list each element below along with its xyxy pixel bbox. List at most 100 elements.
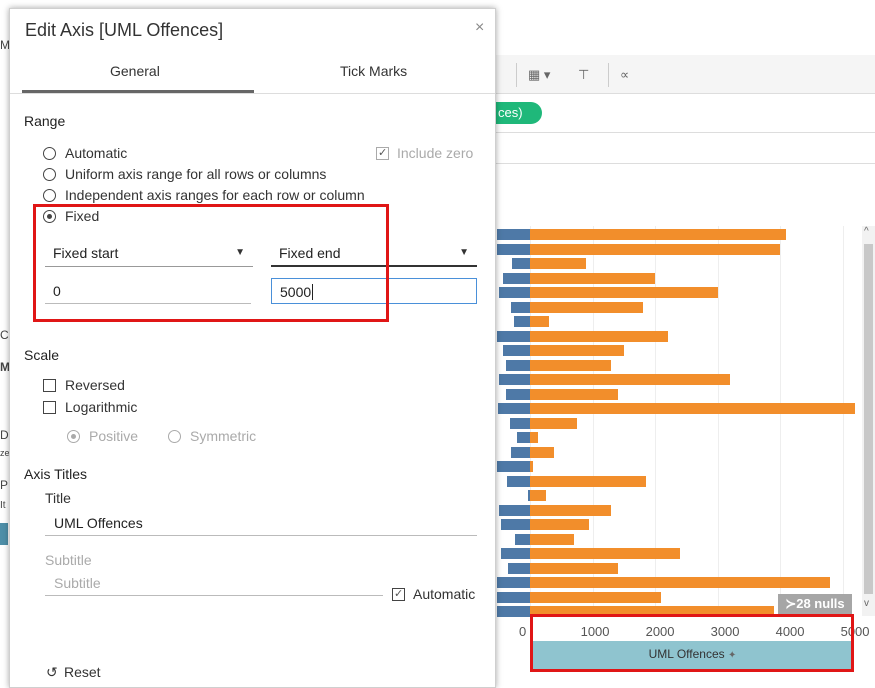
gridline — [780, 226, 781, 616]
bar-blue[interactable] — [498, 403, 530, 414]
title-input[interactable]: UML Offences — [54, 515, 143, 531]
bar-orange[interactable] — [530, 417, 577, 429]
scale-section-title: Scale — [24, 347, 60, 363]
range-section-title: Range — [24, 113, 66, 129]
bar-blue[interactable] — [496, 461, 530, 472]
bar-blue[interactable] — [517, 432, 530, 443]
radio-button[interactable] — [67, 430, 80, 443]
scroll-up-icon[interactable]: ^ — [864, 226, 869, 237]
checkbox[interactable]: ✓ — [376, 147, 389, 160]
toolbar-separator — [516, 63, 517, 87]
edit-axis-dialog: Edit Axis [UML Offences] × General Tick … — [9, 8, 496, 688]
bar-orange[interactable] — [530, 562, 618, 574]
bar-orange[interactable] — [530, 272, 655, 284]
tick-label: 0 — [519, 624, 527, 639]
bar-blue[interactable] — [496, 243, 530, 255]
bar-blue[interactable] — [503, 345, 530, 356]
bar-blue[interactable] — [507, 562, 530, 574]
bar-blue[interactable] — [499, 374, 530, 385]
bar-blue[interactable] — [496, 229, 530, 240]
bar-orange[interactable] — [530, 388, 618, 400]
checkbox-label: Automatic — [413, 586, 476, 602]
bar-blue[interactable] — [499, 504, 530, 516]
toolbar-separator — [608, 63, 609, 87]
bar-blue[interactable] — [510, 301, 530, 313]
bar-orange[interactable] — [530, 374, 730, 385]
bar-blue[interactable] — [506, 475, 530, 487]
title-input-underline — [45, 535, 477, 536]
bar-blue[interactable] — [499, 287, 530, 298]
bar-blue[interactable] — [509, 417, 530, 429]
close-icon[interactable]: × — [475, 19, 484, 37]
check-icon: ✓ — [378, 147, 388, 159]
bar-orange[interactable] — [530, 330, 668, 342]
share-icon[interactable]: ∝ — [620, 67, 629, 83]
show-me-icon[interactable]: ▦ ▾ — [528, 67, 550, 83]
checkbox-label: Logarithmic — [65, 399, 138, 415]
subtitle-input-underline — [45, 595, 383, 596]
bar-orange[interactable] — [530, 504, 612, 516]
bar-orange[interactable] — [530, 229, 787, 240]
tab-tick-marks[interactable]: Tick Marks — [340, 63, 407, 79]
subtitle-input[interactable]: Subtitle — [54, 575, 101, 591]
bar-orange[interactable] — [530, 519, 590, 530]
scroll-down-icon[interactable]: v — [864, 598, 869, 609]
bar-blue[interactable] — [505, 359, 530, 371]
scrollbar-thumb[interactable] — [864, 244, 873, 594]
bar-orange[interactable] — [530, 548, 680, 559]
bar-blue[interactable] — [496, 330, 530, 342]
subtitle-label: Subtitle — [45, 552, 92, 568]
bar-orange[interactable] — [530, 345, 624, 356]
divider — [490, 163, 875, 164]
radio-button[interactable] — [168, 430, 181, 443]
bar-blue[interactable] — [500, 519, 530, 530]
tab-general[interactable]: General — [110, 63, 160, 79]
bar-blue[interactable] — [496, 606, 530, 617]
highlight-box-axis — [530, 614, 854, 672]
gridline — [717, 226, 719, 616]
bar-blue[interactable] — [510, 446, 530, 458]
bar-orange[interactable] — [530, 475, 646, 487]
gridline — [842, 226, 844, 616]
bar-orange[interactable] — [530, 359, 612, 371]
radio-button[interactable] — [43, 147, 56, 160]
bar-orange[interactable] — [530, 301, 643, 313]
bar-orange[interactable] — [530, 577, 830, 588]
bar-blue[interactable] — [503, 272, 530, 284]
bar-blue[interactable] — [505, 388, 530, 400]
bar-orange[interactable] — [530, 490, 546, 501]
nulls-indicator[interactable]: ≻28 nulls — [778, 594, 852, 614]
bar-orange[interactable] — [530, 432, 538, 443]
checkbox[interactable] — [43, 401, 56, 414]
reset-label: Reset — [64, 664, 101, 680]
tab-active-indicator — [22, 90, 254, 93]
bar-orange[interactable] — [530, 316, 549, 327]
bar-chart — [490, 226, 862, 617]
dialog-title: Edit Axis [UML Offences] — [25, 20, 224, 40]
bar-blue[interactable] — [512, 258, 530, 269]
title-label: Title — [45, 490, 71, 506]
bar-orange[interactable] — [530, 243, 780, 255]
radio-label: Independent axis ranges for each row or … — [65, 187, 365, 203]
bar-blue[interactable] — [496, 591, 530, 603]
checkbox[interactable]: ✓ — [392, 588, 405, 601]
checkbox[interactable] — [43, 379, 56, 392]
bar-blue[interactable] — [514, 533, 530, 545]
check-icon: ✓ — [394, 588, 404, 600]
radio-button[interactable] — [43, 168, 56, 181]
radio-label: Automatic — [65, 145, 128, 161]
bar-orange[interactable] — [530, 446, 554, 458]
bar-orange[interactable] — [530, 403, 855, 414]
bar-orange[interactable] — [530, 258, 587, 269]
bar-blue[interactable] — [514, 316, 530, 327]
presentation-icon[interactable]: ⊤ — [578, 67, 589, 83]
radio-button[interactable] — [43, 189, 56, 202]
bar-orange[interactable] — [530, 591, 662, 603]
bar-orange[interactable] — [530, 533, 574, 545]
radio-label: Positive — [89, 428, 139, 444]
axis-titles-section-title: Axis Titles — [24, 466, 88, 482]
bar-blue[interactable] — [496, 577, 530, 588]
bar-blue[interactable] — [500, 548, 530, 559]
bar-orange[interactable] — [530, 461, 533, 472]
bar-orange[interactable] — [530, 287, 718, 298]
